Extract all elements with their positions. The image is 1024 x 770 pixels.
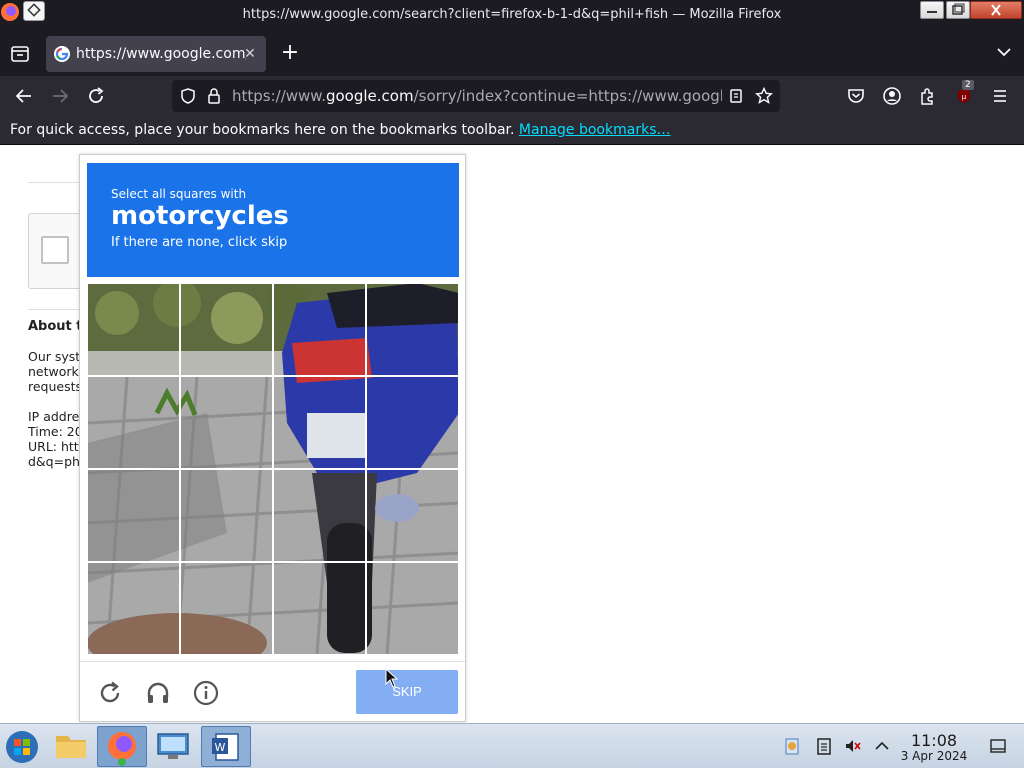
volume-muted-icon[interactable] xyxy=(843,736,863,756)
pocket-icon[interactable] xyxy=(844,84,868,108)
chevron-up-icon[interactable] xyxy=(872,736,892,756)
minimize-button[interactable] xyxy=(920,1,944,19)
reload-icon[interactable] xyxy=(84,84,108,108)
captcha-tile-15[interactable] xyxy=(273,562,366,655)
google-favicon-icon xyxy=(54,46,70,62)
restore-icon xyxy=(952,3,965,15)
mouse-cursor-icon xyxy=(385,668,399,688)
svg-text:µ: µ xyxy=(962,93,967,101)
battery-clipboard-icon[interactable] xyxy=(814,736,834,756)
minimize-icon xyxy=(927,11,937,13)
tab-title: https://www.google.com/ xyxy=(76,46,246,62)
captcha-tile-4[interactable] xyxy=(366,283,459,376)
lock-icon[interactable] xyxy=(204,86,224,106)
about-heading: About th xyxy=(28,319,84,334)
clock-time: 11:08 xyxy=(910,731,958,750)
taskbar-firefox[interactable] xyxy=(97,726,147,767)
window-title: https://www.google.com/search?client=fir… xyxy=(242,7,782,22)
reload-challenge-icon[interactable] xyxy=(96,679,124,707)
firefox-view-icon[interactable] xyxy=(8,42,32,66)
maximize-button[interactable] xyxy=(946,1,970,19)
shield-icon[interactable] xyxy=(178,86,198,106)
captcha-tile-12[interactable] xyxy=(366,469,459,562)
file-manager-folder-icon[interactable] xyxy=(46,726,96,767)
url-line-continued: d&q=phil xyxy=(28,454,84,469)
back-arrow-icon[interactable] xyxy=(12,84,36,108)
captcha-instructions: Select all squares with motorcycles If t… xyxy=(87,163,459,277)
captcha-tile-14[interactable] xyxy=(180,562,273,655)
about-text-line: requests xyxy=(28,379,83,394)
captcha-footer: SKIP xyxy=(80,661,465,721)
account-icon[interactable] xyxy=(880,84,904,108)
captcha-tile-16[interactable] xyxy=(366,562,459,655)
start-menu-icon[interactable] xyxy=(0,726,44,767)
url-prefix: https://www. xyxy=(232,87,326,105)
captcha-instruction-text: Select all squares with xyxy=(111,187,247,201)
address-bar[interactable]: https://www.google.com/sorry/index?conti… xyxy=(172,80,780,112)
url-text[interactable]: https://www.google.com/sorry/index?conti… xyxy=(232,87,722,105)
bookmarks-toolbar-message: For quick access, place your bookmarks h… xyxy=(10,122,670,138)
ip-address-line: IP addres xyxy=(28,409,84,424)
info-icon[interactable] xyxy=(192,679,220,707)
system-monitor-icon[interactable] xyxy=(148,726,198,767)
manage-bookmarks-link[interactable]: Manage bookmarks… xyxy=(519,122,671,138)
captcha-tile-10[interactable] xyxy=(180,469,273,562)
extensions-puzzle-icon[interactable] xyxy=(916,84,940,108)
captcha-tile-1[interactable] xyxy=(87,283,180,376)
window-title-bar: https://www.google.com/search?client=fir… xyxy=(0,0,1024,30)
forward-arrow-icon[interactable] xyxy=(48,84,72,108)
word-processor-icon: W xyxy=(212,733,239,761)
captcha-tile-8[interactable] xyxy=(366,376,459,469)
navigation-toolbar: https://www.google.com/sorry/index?conti… xyxy=(0,76,1024,116)
chevron-down-icon[interactable] xyxy=(994,42,1014,62)
tab-close-button[interactable]: ✕ xyxy=(240,44,260,64)
captcha-tile-3[interactable] xyxy=(273,283,366,376)
time-line: Time: 20 xyxy=(28,424,83,439)
close-icon: ✕ xyxy=(244,46,256,62)
about-text-line: network. xyxy=(28,364,83,379)
captcha-tile-6[interactable] xyxy=(180,376,273,469)
skip-button[interactable]: SKIP xyxy=(356,670,458,714)
recaptcha-checkbox[interactable] xyxy=(41,236,69,264)
captcha-hint-text: If there are none, click skip xyxy=(111,235,288,250)
tab-strip: https://www.google.com/ ✕ + xyxy=(0,30,1024,76)
show-desktop-icon[interactable] xyxy=(988,736,1008,756)
bookmarks-hint-text: For quick access, place your bookmarks h… xyxy=(10,122,515,138)
captcha-tile-7[interactable] xyxy=(273,376,366,469)
captcha-tile-2[interactable] xyxy=(180,283,273,376)
captcha-challenge-dialog: Select all squares with motorcycles If t… xyxy=(79,154,466,722)
taskbar-word-document[interactable]: W xyxy=(201,726,251,767)
extension-badge: 2 xyxy=(962,80,974,90)
plus-icon: + xyxy=(280,40,300,65)
captcha-target-object: motorcycles xyxy=(111,201,289,231)
clipboard-tray-icon[interactable] xyxy=(782,736,802,756)
clock-date: 3 Apr 2024 xyxy=(900,749,968,763)
taskbar-clock[interactable]: 11:08 3 Apr 2024 xyxy=(896,732,972,763)
bookmark-star-icon[interactable] xyxy=(754,86,774,106)
captcha-tile-13[interactable] xyxy=(87,562,180,655)
audio-challenge-headphones-icon[interactable] xyxy=(144,679,172,707)
url-domain: google.com xyxy=(325,87,414,105)
tab-google[interactable]: https://www.google.com/ ✕ xyxy=(46,36,266,72)
new-tab-button[interactable]: + xyxy=(278,42,302,66)
bookmarks-toolbar: For quick access, place your bookmarks h… xyxy=(0,116,1024,145)
about-text-line: Our syste xyxy=(28,349,84,364)
url-line: URL: http xyxy=(28,439,84,454)
taskbar: W 11:08 3 Apr 2024 xyxy=(0,723,1024,768)
captcha-image-grid xyxy=(87,283,459,655)
svg-text:W: W xyxy=(215,741,226,754)
firefox-icon xyxy=(108,732,136,766)
reader-view-icon[interactable] xyxy=(726,86,746,106)
hamburger-menu-icon[interactable] xyxy=(988,84,1012,108)
captcha-tile-9[interactable] xyxy=(87,469,180,562)
close-window-button[interactable] xyxy=(970,1,1022,19)
ublock-extension-button[interactable]: µ 2 xyxy=(952,80,976,108)
captcha-tile-5[interactable] xyxy=(87,376,180,469)
url-path: /sorry/index?continue=https://www.google… xyxy=(413,87,722,105)
captcha-tile-11[interactable] xyxy=(273,469,366,562)
close-icon xyxy=(991,4,1001,16)
